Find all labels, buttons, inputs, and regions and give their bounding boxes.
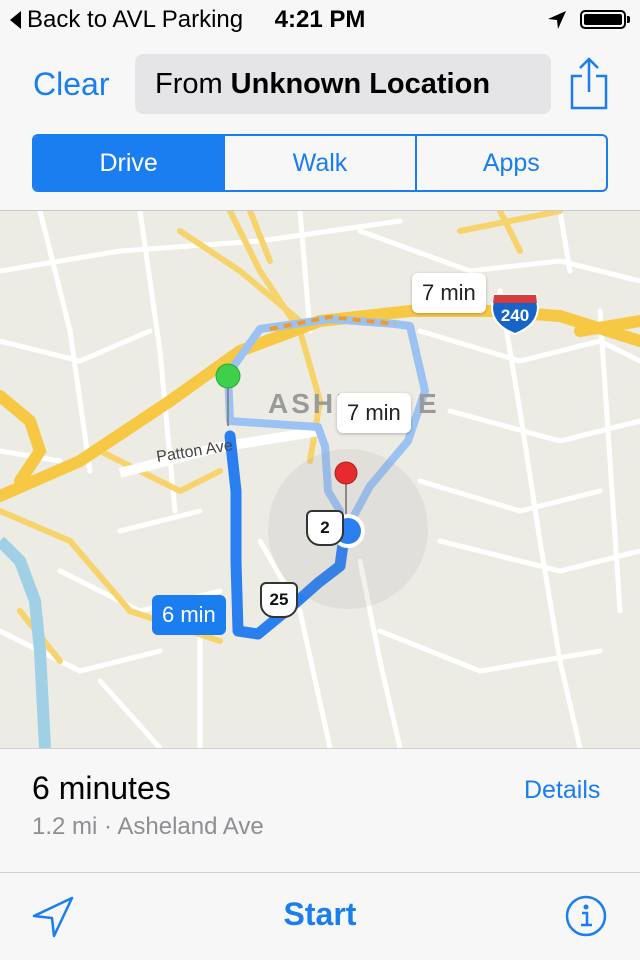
- details-button[interactable]: Details: [524, 776, 600, 805]
- from-location-field[interactable]: From Unknown Location: [135, 54, 551, 114]
- share-icon[interactable]: [568, 56, 610, 112]
- route-duration: 6 minutes: [32, 770, 171, 806]
- maps-directions-screen: Back to AVL Parking 4:21 PM Clear From U…: [0, 0, 640, 960]
- town-label-end: E: [418, 388, 440, 419]
- mode-drive[interactable]: Drive: [34, 136, 224, 190]
- us-route-25-shield: 25: [260, 582, 298, 618]
- interstate-240-shield: 240: [490, 293, 540, 335]
- transport-mode-control: Drive Walk Apps: [32, 134, 608, 192]
- location-arrow-icon: [548, 11, 566, 29]
- status-bar: Back to AVL Parking 4:21 PM: [0, 0, 640, 40]
- toolbar-divider: [0, 872, 640, 873]
- alternate-route-time-callout[interactable]: 7 min: [412, 273, 486, 313]
- map-bottom-divider: [0, 748, 640, 749]
- start-button[interactable]: Start: [0, 896, 640, 933]
- map-canvas: [0, 211, 640, 748]
- interstate-number: 240: [500, 306, 530, 325]
- battery-full-icon: [580, 10, 630, 29]
- map-view[interactable]: Patton Ave ASHE E 2 25 240 7 min 7 min 6…: [0, 211, 640, 748]
- alternate-route-time-callout[interactable]: 7 min: [337, 393, 411, 433]
- clear-button[interactable]: Clear: [33, 64, 109, 104]
- us-route-shield: 2: [306, 510, 344, 546]
- mode-walk[interactable]: Walk: [223, 136, 414, 190]
- from-prefix: From: [155, 67, 223, 100]
- route-distance-via: 1.2 mi · Asheland Ave: [32, 813, 264, 840]
- selected-route-time-callout[interactable]: 6 min: [152, 595, 226, 635]
- from-location-name: Unknown Location: [230, 67, 491, 100]
- status-time: 4:21 PM: [274, 6, 366, 33]
- info-icon[interactable]: [564, 894, 608, 938]
- mode-apps[interactable]: Apps: [414, 136, 606, 190]
